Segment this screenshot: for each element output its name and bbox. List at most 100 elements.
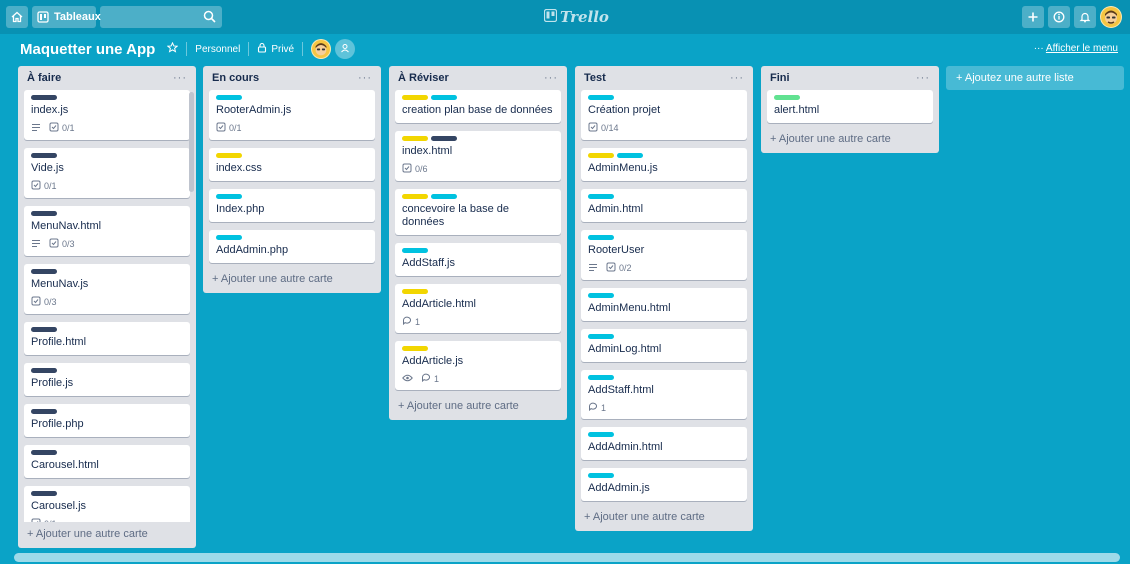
card-label-blue[interactable] (588, 375, 614, 380)
card[interactable]: AdminMenu.js (581, 148, 747, 181)
card-badges: 0/14 (588, 122, 740, 134)
card-label-yellow[interactable] (402, 289, 428, 294)
card[interactable]: AddAdmin.html (581, 427, 747, 460)
card[interactable]: creation plan base de données (395, 90, 561, 123)
list-menu-button[interactable]: ··· (916, 72, 930, 84)
header-divider (248, 42, 250, 56)
card-label-dark[interactable] (31, 409, 57, 414)
add-card-button[interactable]: + Ajouter une autre carte (24, 522, 190, 548)
list-title[interactable]: Fini (770, 72, 790, 84)
list-title[interactable]: À faire (27, 72, 61, 84)
card-label-yellow[interactable] (402, 194, 428, 199)
card-label-blue[interactable] (588, 95, 614, 100)
card[interactable]: RooterUser 0/2 (581, 230, 747, 280)
add-card-button[interactable]: + Ajouter une autre carte (581, 509, 747, 531)
checklist-icon (31, 296, 41, 308)
card-label-yellow[interactable] (402, 95, 428, 100)
card[interactable]: AdminLog.html (581, 329, 747, 362)
card[interactable]: Profile.html (24, 322, 190, 355)
list-title[interactable]: En cours (212, 72, 259, 84)
card-label-blue[interactable] (402, 248, 428, 253)
card-label-yellow[interactable] (402, 136, 428, 141)
card-label-dark[interactable] (31, 368, 57, 373)
list-menu-button[interactable]: ··· (544, 72, 558, 84)
card[interactable]: RooterAdmin.js 0/1 (209, 90, 375, 140)
card[interactable]: MenuNav.html 0/3 (24, 206, 190, 256)
card[interactable]: Admin.html (581, 189, 747, 222)
card-badges: 0/1 (31, 180, 183, 192)
card-label-green[interactable] (774, 95, 800, 100)
search-input[interactable] (100, 6, 222, 28)
card[interactable]: AddAdmin.php (209, 230, 375, 263)
list-menu-button[interactable]: ··· (730, 72, 744, 84)
eye-icon (402, 374, 413, 384)
invite-member-button[interactable] (335, 39, 356, 59)
card-label-blue[interactable] (431, 194, 457, 199)
member-avatar[interactable] (311, 39, 332, 59)
card-label-blue[interactable] (216, 95, 242, 100)
card-title: AddAdmin.js (588, 482, 650, 494)
card[interactable]: concevoire la base de données (395, 189, 561, 235)
card-label-dark[interactable] (31, 269, 57, 274)
card[interactable]: Création projet 0/14 (581, 90, 747, 140)
add-card-button[interactable]: + Ajouter une autre carte (767, 131, 933, 153)
team-button[interactable]: Personnel (195, 44, 240, 55)
add-card-button[interactable]: + Ajouter une autre carte (395, 398, 561, 420)
card[interactable]: index.css (209, 148, 375, 181)
trello-logo[interactable]: Trello (543, 8, 609, 26)
card[interactable]: AddStaff.html 1 (581, 370, 747, 419)
card[interactable]: Profile.js (24, 363, 190, 396)
list-title[interactable]: Test (584, 72, 606, 84)
home-button[interactable] (6, 6, 28, 28)
add-list-button[interactable]: + Ajoutez une autre liste (946, 66, 1124, 90)
card[interactable]: AddStaff.js (395, 243, 561, 276)
card[interactable]: Index.php (209, 189, 375, 222)
card-label-blue[interactable] (588, 473, 614, 478)
card-label-blue[interactable] (588, 194, 614, 199)
card-label-blue[interactable] (588, 293, 614, 298)
card[interactable]: index.js 0/1 (24, 90, 190, 140)
board-title[interactable]: Maquetter une App (20, 41, 155, 58)
show-menu-button[interactable]: ··· Afficher le menu (1034, 43, 1118, 54)
list-menu-button[interactable]: ··· (358, 72, 372, 84)
card-label-dark[interactable] (31, 491, 57, 496)
create-button[interactable] (1022, 6, 1044, 28)
card[interactable]: AddArticle.js 1 (395, 341, 561, 390)
boards-button[interactable]: Tableaux (32, 6, 101, 28)
add-card-button[interactable]: + Ajouter une autre carte (209, 271, 375, 293)
card-label-blue[interactable] (431, 95, 457, 100)
user-avatar[interactable] (1100, 6, 1122, 28)
card-label-dark[interactable] (31, 95, 57, 100)
card[interactable]: AdminMenu.html (581, 288, 747, 321)
card[interactable]: alert.html (767, 90, 933, 123)
card-label-blue[interactable] (216, 235, 242, 240)
card[interactable]: Vide.js 0/1 (24, 148, 190, 198)
card-label-dark[interactable] (31, 327, 57, 332)
info-button[interactable] (1048, 6, 1070, 28)
card-label-yellow[interactable] (588, 153, 614, 158)
visibility-button[interactable]: Privé (257, 42, 294, 56)
card-label-blue[interactable] (216, 194, 242, 199)
card-label-dark[interactable] (31, 211, 57, 216)
list-menu-button[interactable]: ··· (173, 72, 187, 84)
card-label-blue[interactable] (617, 153, 643, 158)
card[interactable]: MenuNav.js 0/3 (24, 264, 190, 314)
card-label-dark[interactable] (31, 153, 57, 158)
card-label-blue[interactable] (588, 334, 614, 339)
card-label-blue[interactable] (588, 432, 614, 437)
star-button[interactable] (166, 41, 179, 56)
card[interactable]: AddArticle.html 1 (395, 284, 561, 333)
card[interactable]: Profile.php (24, 404, 190, 437)
card[interactable]: index.html 0/6 (395, 131, 561, 181)
card-label-dark[interactable] (431, 136, 457, 141)
card-label-dark[interactable] (31, 450, 57, 455)
card[interactable]: Carousel.html (24, 445, 190, 478)
card-label-yellow[interactable] (402, 346, 428, 351)
list-title[interactable]: À Réviser (398, 72, 449, 84)
board-horizontal-scrollbar[interactable] (14, 553, 1120, 562)
card[interactable]: AddAdmin.js (581, 468, 747, 501)
notifications-button[interactable] (1074, 6, 1096, 28)
card-label-blue[interactable] (588, 235, 614, 240)
list-scrollbar[interactable] (189, 92, 194, 192)
card-label-yellow[interactable] (216, 153, 242, 158)
